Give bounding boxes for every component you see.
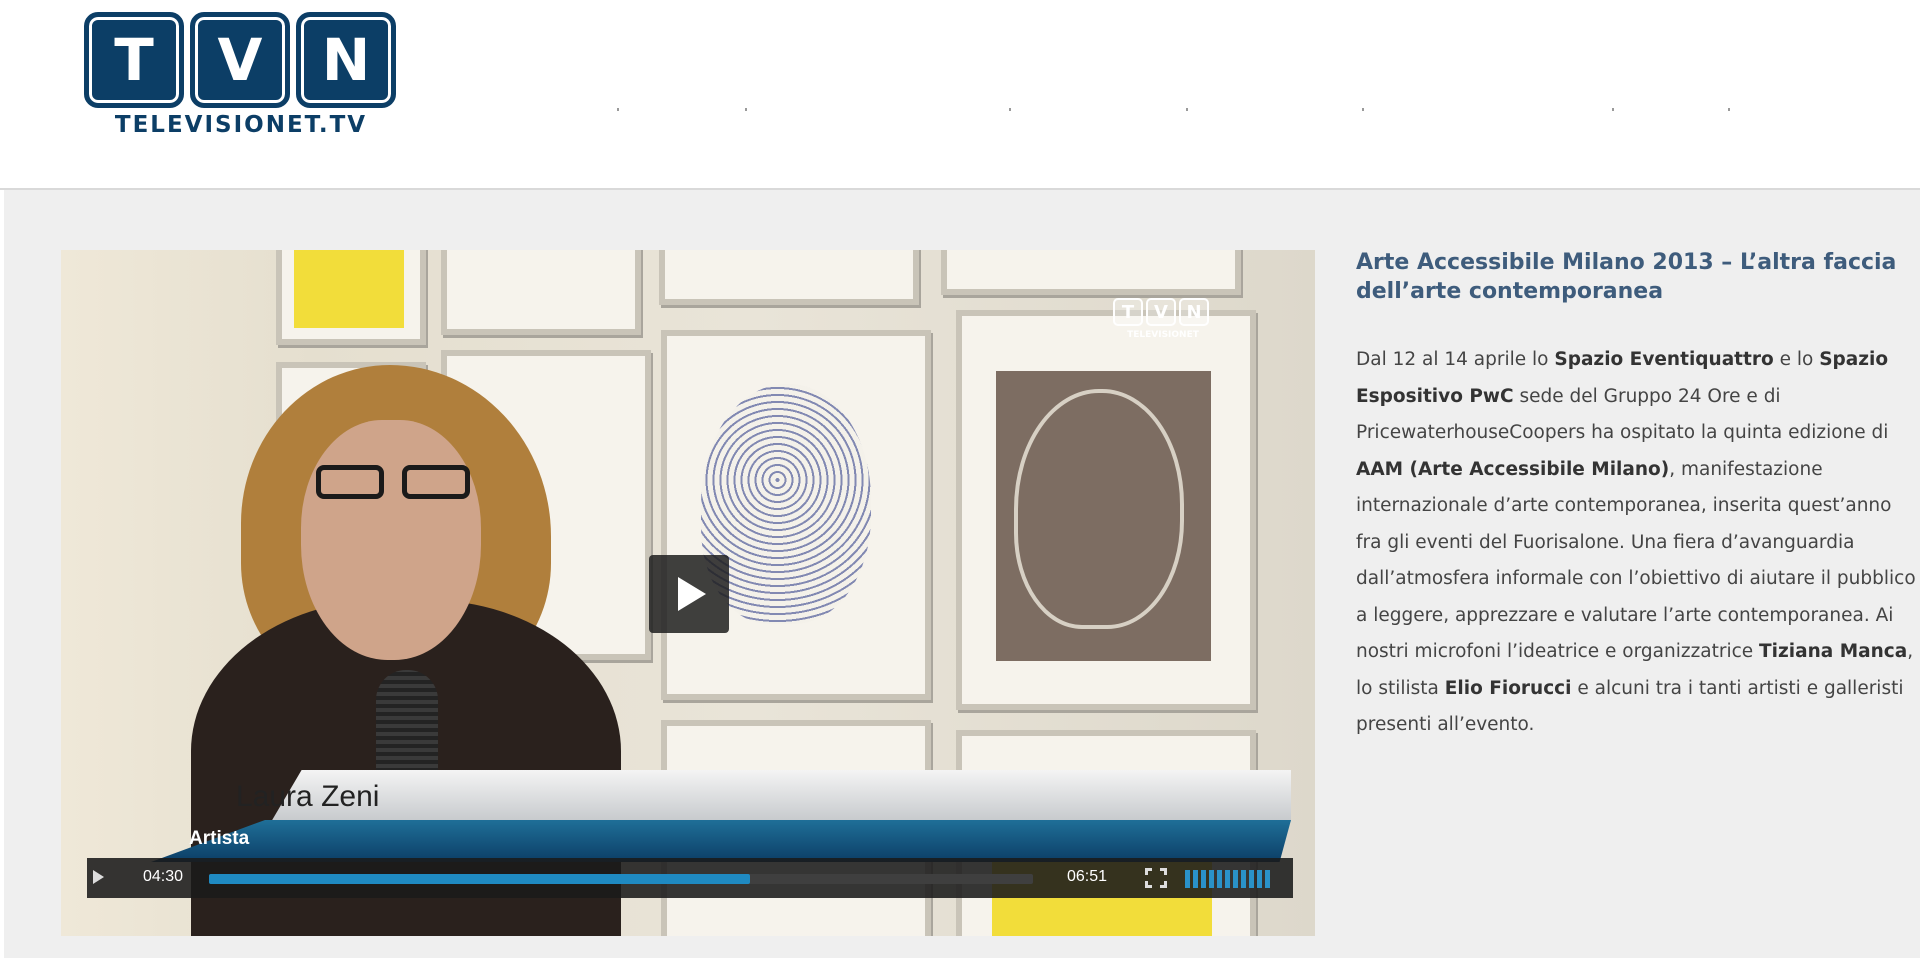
watermark-letter: T xyxy=(1113,298,1143,326)
article-body: Dal 12 al 14 aprile lo Spazio Eventiquat… xyxy=(1356,342,1916,744)
article-text: , manifestazione internazionale d’arte c… xyxy=(1356,458,1916,663)
article-title: Arte Accessibile Milano 2013 – L’altra f… xyxy=(1356,250,1897,304)
video-controls: 04:30 06:51 xyxy=(87,858,1293,898)
article-text: e lo xyxy=(1773,349,1820,370)
site-logo[interactable]: T V N TELEVISIONET.TV xyxy=(84,12,398,142)
volume-bar xyxy=(1241,870,1246,888)
volume-bar xyxy=(1257,870,1262,888)
artwork-frame xyxy=(276,250,426,345)
article-text: Dal 12 al 14 aprile lo xyxy=(1356,349,1555,370)
fullscreen-icon[interactable] xyxy=(1145,868,1167,888)
nav-separator xyxy=(1186,108,1188,111)
watermark-text: TELEVISIONET xyxy=(1127,330,1199,340)
nav-menu xyxy=(0,108,1920,118)
play-button[interactable] xyxy=(649,555,729,633)
volume-bar xyxy=(1225,870,1230,888)
volume-bar xyxy=(1201,870,1206,888)
fullscreen-corner xyxy=(1160,868,1167,875)
nav-separator xyxy=(1009,108,1011,111)
artwork-frame xyxy=(661,330,931,700)
interviewee-face xyxy=(301,420,481,660)
article-emphasis: Elio Fiorucci xyxy=(1444,677,1572,699)
nav-separator xyxy=(1612,108,1614,111)
progress-fill xyxy=(209,874,751,884)
artwork-frame xyxy=(441,250,641,335)
volume-control[interactable] xyxy=(1185,870,1270,888)
volume-bar xyxy=(1185,870,1190,888)
artwork xyxy=(294,250,404,328)
microphone xyxy=(376,670,438,780)
lower-third-role-bar xyxy=(151,820,1291,862)
logo-box-t: T xyxy=(84,12,184,108)
volume-bar xyxy=(1193,870,1198,888)
logo-letter: T xyxy=(114,26,154,94)
nav-separator xyxy=(617,108,619,111)
article-emphasis: Tiziana Manca xyxy=(1759,641,1908,662)
artwork xyxy=(996,371,1211,661)
logo-letter: N xyxy=(321,26,371,94)
main-content: T V N TELEVISIONET Laura Zeni Artista 04… xyxy=(4,190,1920,958)
artwork-detail xyxy=(1014,389,1184,629)
artwork-frame xyxy=(659,250,919,305)
fullscreen-corner xyxy=(1145,881,1152,888)
glasses-lens xyxy=(316,465,384,499)
volume-bar xyxy=(1233,870,1238,888)
lower-third-name-bar xyxy=(271,770,1291,822)
channel-watermark: T V N xyxy=(1113,298,1209,326)
play-icon xyxy=(678,577,706,611)
watermark-letter: V xyxy=(1146,298,1176,326)
fullscreen-corner xyxy=(1145,868,1152,875)
nav-separator xyxy=(745,108,747,111)
current-time: 04:30 xyxy=(143,868,184,885)
watermark-letter: N xyxy=(1179,298,1209,326)
artwork-frame xyxy=(941,250,1241,295)
volume-bar xyxy=(1249,870,1254,888)
volume-bar xyxy=(1265,870,1270,888)
logo-box-n: N xyxy=(296,12,396,108)
glasses-lens xyxy=(402,465,470,499)
site-header: T V N TELEVISIONET.TV xyxy=(0,0,1920,190)
article: Arte Accessibile Milano 2013 – L’altra f… xyxy=(1356,248,1916,744)
control-play-icon[interactable] xyxy=(93,870,104,884)
volume-bar xyxy=(1217,870,1222,888)
total-time: 06:51 xyxy=(1067,868,1108,885)
logo-box-v: V xyxy=(190,12,290,108)
fullscreen-corner xyxy=(1160,881,1167,888)
nav-separator xyxy=(1728,108,1730,111)
nav-separator xyxy=(1362,108,1364,111)
article-emphasis: Spazio Eventiquattro xyxy=(1554,349,1774,370)
progress-bar[interactable] xyxy=(209,874,1033,884)
interviewee-glasses xyxy=(316,465,476,505)
video-player[interactable]: T V N TELEVISIONET Laura Zeni Artista 04… xyxy=(61,250,1315,936)
volume-bar xyxy=(1209,870,1214,888)
article-emphasis: AAM (Arte Accessibile Milano) xyxy=(1356,458,1670,480)
logo-letter: V xyxy=(217,26,263,94)
logo-boxes: T V N xyxy=(84,12,398,108)
lower-third-role: Artista xyxy=(189,828,250,849)
artwork-frame xyxy=(956,310,1256,710)
lower-third-name: Laura Zeni xyxy=(236,780,380,813)
